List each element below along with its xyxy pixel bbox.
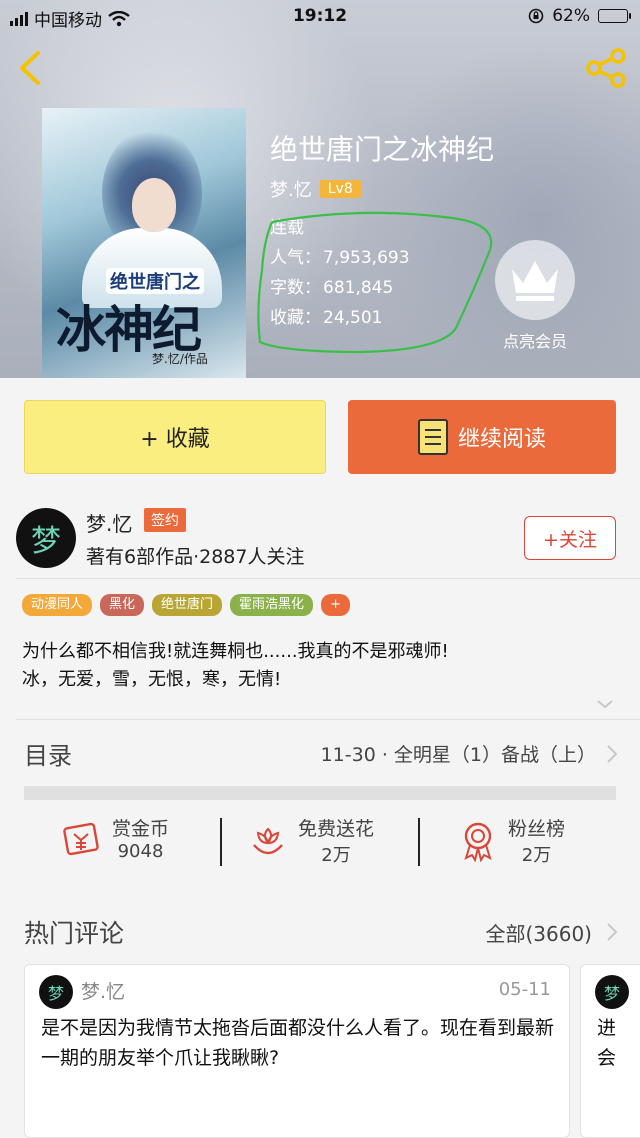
cover-art-face <box>132 178 176 232</box>
tag[interactable]: 霍雨浩黑化 <box>230 594 314 616</box>
flower-icon <box>253 827 283 854</box>
medal-icon <box>464 822 492 862</box>
gift-item-flowers[interactable]: 免费送花 2万 <box>248 814 374 867</box>
table-of-contents-row[interactable]: 目录 11-30 · 全明星（1）备战（上） <box>0 720 640 786</box>
chevron-right-icon <box>607 745 618 763</box>
comment-card[interactable]: 梦 梦.忆 05-11 是不是因为我情节太拖沓后面都没什么人看了。现在看到最新一… <box>24 964 570 1138</box>
author-avatar[interactable]: 梦 <box>16 508 76 568</box>
book-title: 绝世唐门之冰神纪 <box>270 133 495 166</box>
author-line: 梦.忆 Lv8 <box>270 176 361 202</box>
continue-reading-label: 继续阅读 <box>457 427 546 452</box>
avatar: 梦 <box>595 975 629 1009</box>
book-cover[interactable]: 绝世唐门之 冰神纪 梦.忆/作品 <box>42 108 246 378</box>
gift-item-coins[interactable]: 赏金币 9048 <box>62 814 169 862</box>
comment-text: 是不是因为我情节太拖沓后面都没什么人看了。现在看到最新一期的朋友举个爪让我瞅瞅? <box>41 1017 555 1069</box>
gift-item-fans[interactable]: 粉丝榜 2万 <box>458 814 565 867</box>
divider <box>220 818 222 866</box>
expand-chevron-icon[interactable] <box>596 698 614 710</box>
comment-card[interactable]: 梦 进会 <box>580 964 640 1138</box>
crown-icon <box>495 240 575 320</box>
rotation-lock-icon <box>528 8 544 24</box>
chevron-right-icon <box>607 923 618 941</box>
comment-user: 梦.忆 <box>81 981 126 1003</box>
vip-label: 点亮会员 <box>502 332 567 351</box>
battery-icon <box>598 9 631 23</box>
level-badge: Lv8 <box>319 180 361 198</box>
tag-list: 动漫同人 黑化 绝世唐门 霍雨浩黑化 + <box>22 594 350 616</box>
vip-button[interactable]: 点亮会员 <box>490 240 580 352</box>
gift-value: 2万 <box>321 845 351 866</box>
description-line: 为什么都不相信我!就连舞桐也......我真的不是邪魂师! <box>22 641 449 662</box>
action-bar: + 收藏 继续阅读 <box>0 378 640 498</box>
tag[interactable]: + <box>321 594 350 616</box>
author-card-name: 梦.忆 <box>86 512 133 536</box>
description-line: 冰，无爱，雪，无恨，寒，无情! <box>22 669 282 690</box>
section-separator <box>24 786 616 800</box>
gift-value: 2万 <box>521 845 552 866</box>
hot-comments-header: 热门评论 全部(3660) <box>0 890 640 968</box>
toc-latest-chapter: 11-30 · 全明星（1）备战（上） <box>320 744 596 766</box>
continue-reading-button[interactable]: 继续阅读 <box>348 400 616 474</box>
share-icon[interactable] <box>584 48 628 88</box>
author-works: 著有6部作品·2887人关注 <box>86 546 305 568</box>
author-name[interactable]: 梦.忆 <box>270 176 312 202</box>
divider <box>16 578 640 579</box>
hand-drawn-highlight <box>257 211 493 354</box>
money-envelope-icon <box>63 822 99 856</box>
battery-percent: 62% <box>552 6 590 26</box>
signed-badge: 签约 <box>144 508 186 532</box>
comment-text: 进会 <box>597 1017 617 1069</box>
all-comments-link[interactable]: 全部(3660) <box>485 918 592 947</box>
follow-button[interactable]: +关注 <box>524 516 616 560</box>
tag[interactable]: 黑化 <box>100 594 145 616</box>
author-card[interactable]: 梦 梦.忆 签约 著有6部作品·2887人关注 +关注 <box>0 498 640 578</box>
status-bar: 中国移动 19:12 62% <box>0 0 640 34</box>
tag[interactable]: 绝世唐门 <box>152 594 223 616</box>
back-icon[interactable] <box>14 50 46 86</box>
toc-title: 目录 <box>24 742 72 770</box>
book-description: 为什么都不相信我!就连舞桐也......我真的不是邪魂师! 冰，无爱，雪，无恨，… <box>22 638 622 694</box>
avatar: 梦 <box>39 975 73 1009</box>
gift-row: 赏金币 9048 免费送花 2万 粉丝榜 2万 <box>0 800 640 890</box>
collect-button[interactable]: + 收藏 <box>24 400 326 474</box>
divider <box>418 818 420 866</box>
gift-value: 9048 <box>117 841 164 862</box>
gift-label: 赏金币 <box>112 818 170 840</box>
tag[interactable]: 动漫同人 <box>22 594 93 616</box>
book-icon <box>417 419 448 455</box>
status-right: 62% <box>528 6 631 26</box>
cover-author: 梦.忆/作品 <box>152 352 208 366</box>
comment-date: 05-11 <box>498 979 551 1000</box>
book-header: 中国移动 19:12 62% 绝世唐门之 冰神纪 梦.忆/作品 绝世唐门之冰神纪… <box>0 0 640 378</box>
gift-label: 粉丝榜 <box>508 818 566 840</box>
gift-label: 免费送花 <box>298 818 375 840</box>
hot-comments-title: 热门评论 <box>24 919 125 948</box>
